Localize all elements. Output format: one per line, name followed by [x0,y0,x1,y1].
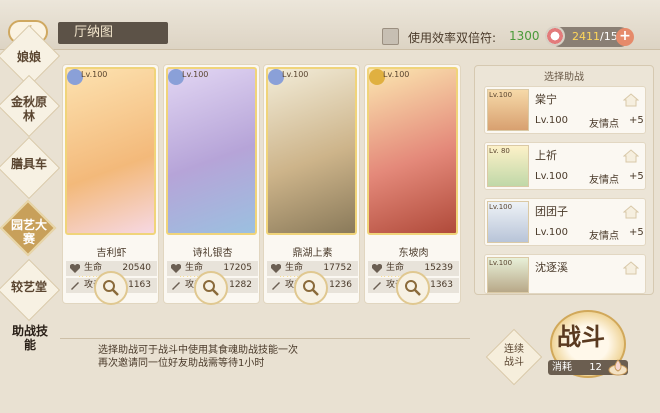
nav-label-2: 金秋原林 [10,95,47,123]
card-4-inspect-button[interactable] [396,271,430,305]
card-3[interactable]: Lv.100 ★★★★★★ 鼎湖上素 生命 17752 攻击 1236 [263,64,360,304]
card-1-level: Lv.100 [81,70,108,79]
support-name: 沈逐溪 [535,261,568,274]
support-level: Lv.100 [535,171,568,182]
support-row-2[interactable]: Lv. 80 上祈 Lv.100 友情点 +5 [484,142,646,190]
fav-value: +5 [629,227,644,238]
card-2-level: Lv.100 [182,70,209,79]
nav-label-4: 园艺大赛 [10,218,47,246]
support-panel-header: 选择助战 [544,72,584,83]
magnify-icon [405,280,421,296]
nav-label-3: 膳具车 [10,157,47,171]
support-name: 团团子 [535,205,568,218]
house-icon [623,261,639,275]
card-4[interactable]: Lv.100 ★★★★★★ 东坡肉 生命 15239 攻击 1363 [364,64,461,304]
house-icon [623,205,639,219]
support-name: 上祈 [535,149,557,162]
sword-icon [71,282,79,290]
efficiency-value: 1300 [509,29,540,43]
card-3-level: Lv.100 [282,70,309,79]
fight-label: 战斗 [557,322,605,351]
card-1-inspect-button[interactable] [94,271,128,305]
house-icon [623,149,639,163]
card-3-name: 鼎湖上素 [292,248,333,259]
continuous-battle-label: 连续 战斗 [504,344,524,368]
page-title: 厅纳图 [58,22,168,44]
heart-icon [271,264,281,273]
double-efficiency-checkbox[interactable] [382,28,399,45]
card-4-name: 东坡肉 [398,248,429,259]
avatar-level: Lv.100 [489,259,513,267]
sword-icon [272,282,280,290]
consume-value: 12 [589,362,602,373]
card-3-art [266,67,357,235]
heart-icon [372,264,382,273]
nav-label-5: 较艺堂 [10,280,47,294]
fav-label: 友情点 [589,175,619,186]
efficiency-label: 使用效率双倍符: [408,31,497,45]
card-2-inspect-button[interactable] [194,271,228,305]
avatar-level: Lv.100 [489,91,513,99]
support-row-4[interactable]: Lv.100 沈逐溪 [484,254,646,294]
card-4-level: Lv.100 [383,70,410,79]
fav-label: 友情点 [589,119,619,130]
avatar-level: Lv.100 [489,203,513,211]
heart-icon [171,264,181,273]
fav-value: +5 [629,171,644,182]
card-1-name: 吉利虾 [96,248,127,259]
magnify-icon [203,280,219,296]
support-level: Lv.100 [535,227,568,238]
support-name: 棠宁 [535,93,557,106]
support-row-1[interactable]: Lv.100 棠宁 Lv.100 友情点 +5 [484,86,646,134]
heart-icon [70,264,80,273]
energy-current: 2411 [572,30,600,43]
nav-label-6[interactable]: 助战技能 [10,324,50,352]
card-4-art [367,67,458,235]
nav-label-1: 娘娘 [16,50,41,64]
fav-value: +5 [629,115,644,126]
card-1-art [65,67,156,235]
magnify-icon [303,280,319,296]
divider [60,338,470,339]
fav-label: 友情点 [589,231,619,242]
sword-icon [172,282,180,290]
card-1[interactable]: Lv.100 ★★★★★★ 吉利虾 生命 20540 攻击 1163 [62,64,159,304]
avatar-level: Lv. 80 [489,147,510,155]
sword-icon [373,282,381,290]
card-2[interactable]: Lv.100 ★★★★★★ 诗礼银杏 生命 17205 攻击 1282 [163,64,260,304]
magnify-icon [103,280,119,296]
support-hint: 选择助战可于战斗中使用其食魂助战技能一次 再次邀请同一位好友助战需等待1小时 [98,345,298,369]
support-level: Lv.100 [535,115,568,126]
add-energy-button[interactable]: + [616,28,634,46]
support-row-3[interactable]: Lv.100 团团子 Lv.100 友情点 +5 [484,198,646,246]
bowl-icon [545,26,565,46]
card-2-name: 诗礼银杏 [192,248,233,259]
house-icon [623,93,639,107]
consume-label: 消耗 [552,362,572,373]
card-3-inspect-button[interactable] [294,271,328,305]
card-2-art [166,67,257,235]
lotus-icon [608,359,628,376]
